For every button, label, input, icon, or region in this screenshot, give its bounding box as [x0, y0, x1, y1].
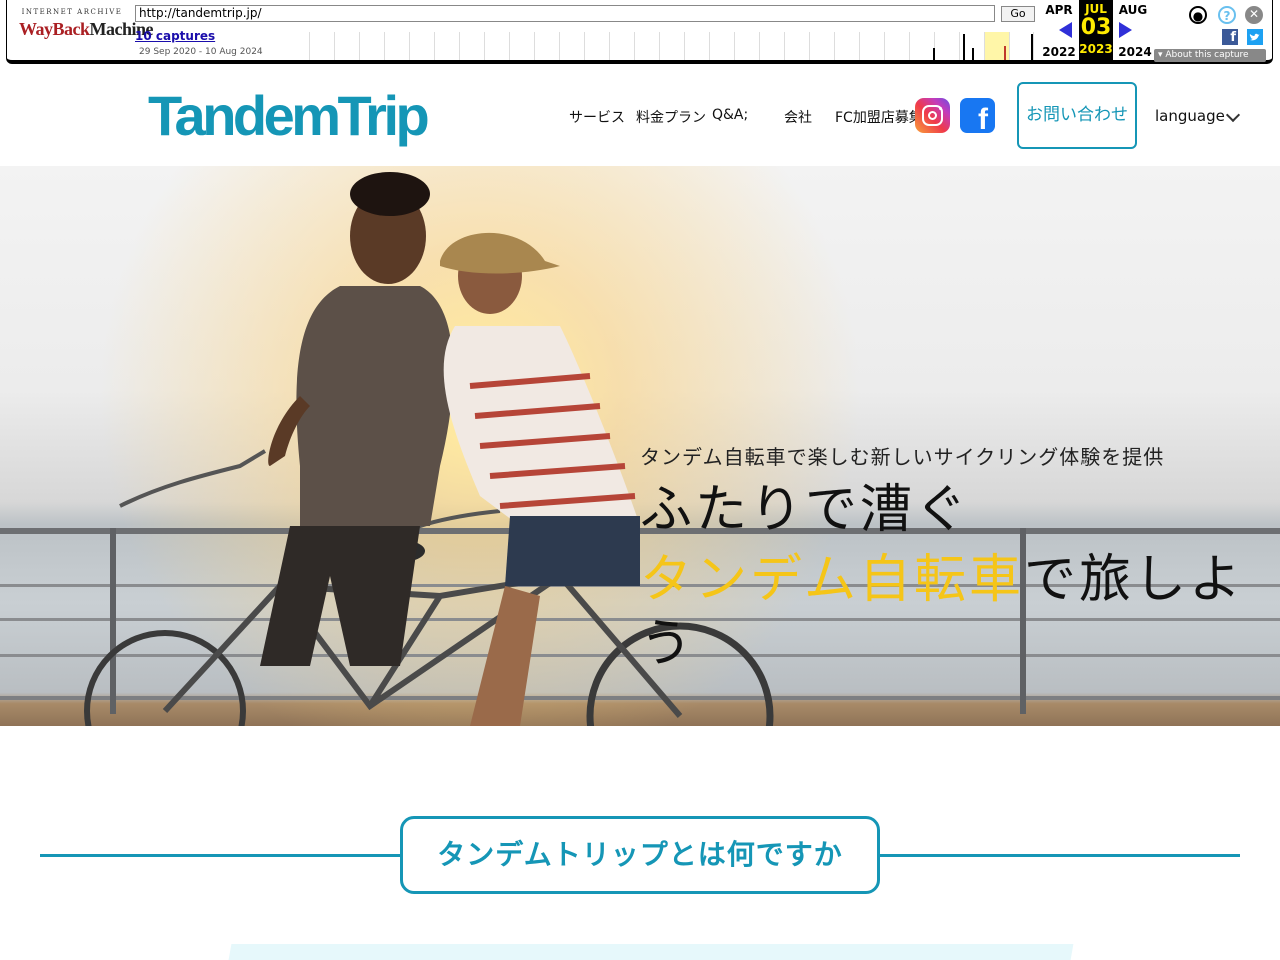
- wayback-logo-top: INTERNET ARCHIVE: [21, 8, 123, 16]
- sparkline-column: [409, 32, 410, 60]
- user-icon[interactable]: ●: [1189, 6, 1207, 24]
- sparkline-column: [884, 32, 885, 60]
- current-day: 03: [1080, 15, 1112, 40]
- about-capture-label: About this capture: [1165, 50, 1249, 60]
- hero-title-line2: タンデム自転車で旅しよう: [640, 548, 1280, 676]
- sparkline-column: [709, 32, 710, 60]
- nav-item-qa[interactable]: Q&A;: [712, 107, 748, 123]
- prev-capture-arrow-icon[interactable]: [1059, 22, 1072, 38]
- sparkline-column: [984, 32, 985, 60]
- section-background-strip: [228, 944, 1074, 960]
- twitter-share-icon[interactable]: [1247, 29, 1263, 45]
- wayback-prev-year[interactable]: 2022: [1039, 45, 1079, 59]
- wayback-go-button[interactable]: Go: [1001, 6, 1035, 22]
- sparkline-column: [434, 32, 435, 60]
- wayback-url-input[interactable]: http://tandemtrip.jp/: [135, 5, 995, 22]
- current-month: JUL: [1085, 2, 1107, 16]
- instagram-icon[interactable]: [915, 98, 950, 133]
- sparkline-column: [309, 32, 310, 60]
- sparkline-column: [534, 32, 535, 60]
- sparkline-column: [784, 32, 785, 60]
- sparkline-column: [959, 32, 960, 60]
- hero-banner: タンデム自転車で楽しむ新しいサイクリング体験を提供 ふたりで漕ぐ タンデム自転車…: [0, 166, 1280, 726]
- nav-item-pricing[interactable]: 料金プラン: [636, 107, 706, 127]
- sparkline-column: [734, 32, 735, 60]
- sparkline-column: [459, 32, 460, 60]
- hero-subtitle: タンデム自転車で楽しむ新しいサイクリング体験を提供: [640, 445, 1165, 469]
- wayback-logo-way: WayBack: [19, 19, 90, 39]
- nav-item-service[interactable]: サービス: [569, 107, 625, 127]
- site-logo[interactable]: TandemTrip: [148, 84, 430, 148]
- nav-item-company[interactable]: 会社: [784, 107, 812, 127]
- sparkline-column: [859, 32, 860, 60]
- sparkline-column: [1009, 32, 1010, 60]
- wayback-capture-range: 29 Sep 2020 - 10 Aug 2024: [139, 47, 263, 57]
- wayback-current-capture: JUL 03 2023: [1079, 0, 1113, 62]
- about-capture-button[interactable]: ▾ About this capture: [1154, 49, 1266, 62]
- sparkline-column: [909, 32, 910, 60]
- sparkline-column: [634, 32, 635, 60]
- sparkline-bar-current: [1004, 46, 1006, 60]
- sparkline-column: [359, 32, 360, 60]
- current-year: 2023: [1079, 42, 1113, 56]
- sparkline-bar: [963, 34, 965, 60]
- sparkline-column: [659, 32, 660, 60]
- wayback-next-month[interactable]: AUG: [1113, 3, 1153, 17]
- nav-item-franchise[interactable]: FC加盟店募集: [835, 107, 923, 127]
- next-capture-arrow-icon[interactable]: [1119, 22, 1132, 38]
- wayback-toolbar: INTERNET ARCHIVE WayBackMachine http://t…: [6, 0, 1273, 64]
- sparkline-column: [484, 32, 485, 60]
- sparkline-column: [609, 32, 610, 60]
- sparkline-column: [809, 32, 810, 60]
- language-selector[interactable]: language: [1155, 107, 1225, 125]
- sparkline-bar: [1031, 34, 1033, 60]
- wayback-prev-month[interactable]: APR: [1039, 3, 1079, 17]
- wayback-logo[interactable]: INTERNET ARCHIVE WayBackMachine: [19, 8, 154, 52]
- sparkline-column: [584, 32, 585, 60]
- sparkline-column: [509, 32, 510, 60]
- hero-title-highlight: タンデム自転車: [640, 550, 1024, 610]
- facebook-icon[interactable]: f: [960, 98, 995, 133]
- wayback-next-year[interactable]: 2024: [1115, 45, 1155, 59]
- help-icon[interactable]: ?: [1218, 6, 1236, 24]
- sparkline-bar: [972, 48, 974, 60]
- wayback-captures-link[interactable]: 10 captures: [135, 29, 215, 43]
- hero-title-line1: ふたりで漕ぐ: [640, 480, 971, 540]
- facebook-share-icon[interactable]: f: [1222, 29, 1238, 45]
- sparkline-bar: [933, 48, 935, 60]
- sparkline-column: [559, 32, 560, 60]
- sparkline-column: [834, 32, 835, 60]
- sparkline-column: [684, 32, 685, 60]
- close-icon[interactable]: ✕: [1245, 6, 1263, 24]
- sparkline-column: [759, 32, 760, 60]
- wayback-sparkline[interactable]: [309, 32, 1034, 60]
- contact-button[interactable]: お問い合わせ: [1017, 82, 1137, 149]
- sparkline-column: [384, 32, 385, 60]
- sparkline-column: [1033, 32, 1034, 60]
- chevron-down-icon[interactable]: [1225, 107, 1241, 123]
- section-title: タンデムトリップとは何ですか: [400, 816, 880, 894]
- sparkline-column: [334, 32, 335, 60]
